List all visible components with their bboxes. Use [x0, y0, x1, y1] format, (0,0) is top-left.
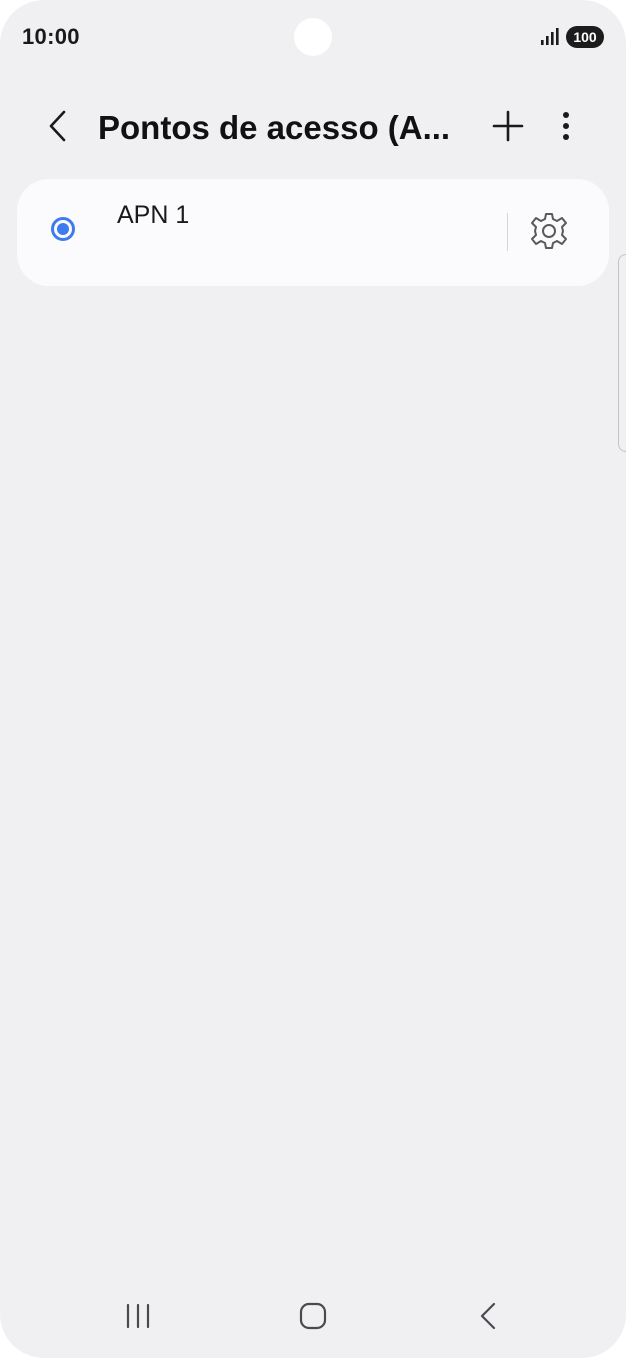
- battery-indicator: 100: [566, 26, 604, 48]
- recents-button[interactable]: [108, 1296, 168, 1340]
- status-time: 10:00: [22, 24, 80, 49]
- back-button[interactable]: [38, 108, 78, 148]
- radio-selected-dot: [57, 223, 69, 235]
- apn-radio-button[interactable]: [51, 217, 75, 241]
- chevron-left-icon: [46, 109, 70, 148]
- home-button[interactable]: [283, 1296, 343, 1340]
- phone-screen: 10:00 100 Pontos de acesso (A... APN 1: [0, 0, 626, 1358]
- back-chevron-icon: [477, 1301, 499, 1336]
- signal-bars-icon: [540, 26, 562, 51]
- apn-settings-button[interactable]: [527, 211, 571, 255]
- more-options-button[interactable]: [546, 108, 586, 148]
- gear-icon: [528, 210, 570, 257]
- nav-back-button[interactable]: [458, 1296, 518, 1340]
- apn-list-item[interactable]: APN 1: [17, 179, 609, 286]
- recents-icon: [123, 1302, 153, 1335]
- divider: [507, 213, 508, 251]
- apn-name: APN 1: [117, 201, 190, 229]
- navigation-bar: [0, 1290, 626, 1346]
- more-vertical-icon: [561, 111, 571, 146]
- scrollbar[interactable]: [618, 254, 626, 452]
- status-bar: 10:00 100: [0, 0, 626, 76]
- camera-cutout: [294, 18, 332, 56]
- home-icon: [298, 1301, 328, 1336]
- page-title: Pontos de acesso (A...: [98, 109, 451, 146]
- plus-icon: [491, 109, 525, 148]
- add-apn-button[interactable]: [488, 108, 528, 148]
- app-bar: Pontos de acesso (A...: [0, 96, 626, 158]
